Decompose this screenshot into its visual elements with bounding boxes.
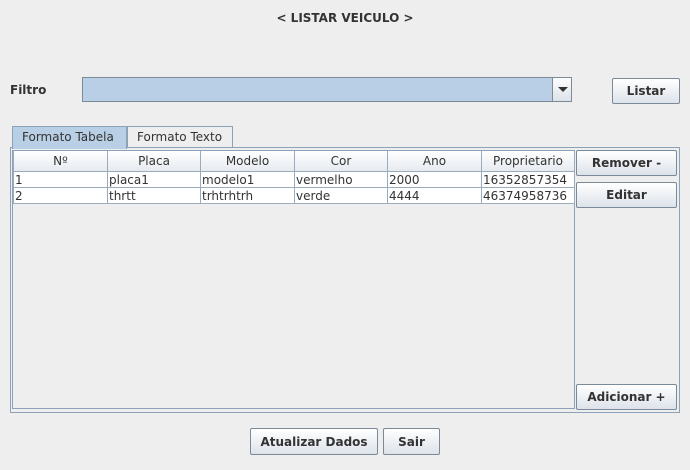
filter-combobox[interactable]: [82, 77, 572, 102]
table-header-row: Nº Placa Modelo Cor Ano Proprietario: [13, 151, 575, 172]
column-header-numero[interactable]: Nº: [13, 151, 108, 172]
table-cell[interactable]: modelo1: [200, 171, 295, 188]
table-cell[interactable]: placa1: [107, 171, 201, 188]
table-cell[interactable]: 2: [13, 187, 108, 204]
table-cell[interactable]: thrtt: [107, 187, 201, 204]
table-cell[interactable]: vermelho: [294, 171, 388, 188]
table-cell[interactable]: 1: [13, 171, 108, 188]
edit-button[interactable]: Editar: [576, 182, 677, 208]
add-button[interactable]: Adicionar +: [576, 384, 677, 410]
refresh-data-button[interactable]: Atualizar Dados: [250, 428, 378, 455]
vehicles-table-scrollpane[interactable]: Nº Placa Modelo Cor Ano Proprietario 1 p…: [12, 150, 575, 409]
table-cell[interactable]: 2000: [387, 171, 482, 188]
table-cell[interactable]: trhtrhtrh: [200, 187, 295, 204]
chevron-down-icon[interactable]: [552, 78, 571, 101]
column-header-placa[interactable]: Placa: [107, 151, 201, 172]
tab-formato-texto[interactable]: Formato Texto: [127, 126, 233, 148]
exit-button[interactable]: Sair: [383, 428, 440, 455]
table-cell[interactable]: verde: [294, 187, 388, 204]
column-header-cor[interactable]: Cor: [294, 151, 388, 172]
column-header-ano[interactable]: Ano: [387, 151, 482, 172]
column-header-proprietario[interactable]: Proprietario: [481, 151, 575, 172]
tab-formato-tabela[interactable]: Formato Tabela: [12, 126, 127, 149]
window-title: < LISTAR VEICULO >: [276, 11, 414, 25]
table-cell[interactable]: 46374958736: [481, 187, 575, 204]
remove-button[interactable]: Remover -: [576, 150, 677, 176]
filter-label: Filtro: [10, 83, 47, 97]
table-cell[interactable]: 16352857354: [481, 171, 575, 188]
table-row[interactable]: 1 placa1 modelo1 vermelho 2000 163528573…: [13, 171, 575, 188]
list-button[interactable]: Listar: [612, 78, 680, 104]
table-row[interactable]: 2 thrtt trhtrhtrh verde 4444 46374958736: [13, 187, 575, 204]
table-cell[interactable]: 4444: [387, 187, 482, 204]
vehicles-table: Nº Placa Modelo Cor Ano Proprietario 1 p…: [13, 151, 575, 204]
column-header-modelo[interactable]: Modelo: [200, 151, 295, 172]
